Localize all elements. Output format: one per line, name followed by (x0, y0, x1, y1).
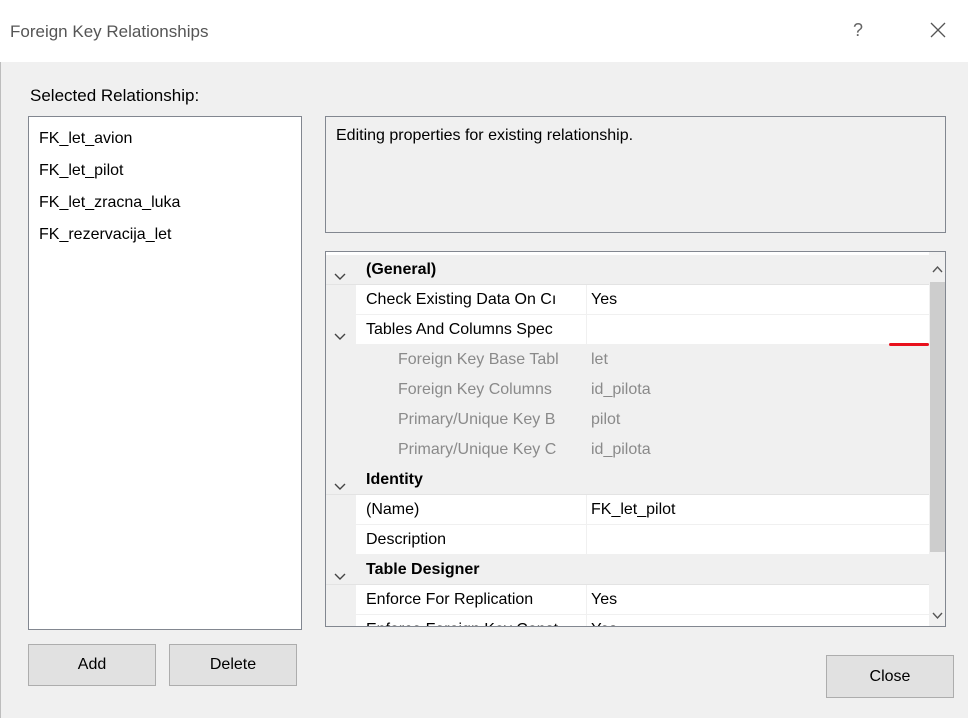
property-value: let (591, 351, 608, 368)
property-name: Enforce Foreign Key Const (366, 615, 586, 626)
close-button[interactable]: Close (826, 655, 954, 698)
category-table-designer[interactable]: Table Designer (326, 555, 929, 585)
window-title: Foreign Key Relationships (10, 22, 209, 41)
property-name: Tables And Columns Spec (366, 321, 553, 338)
selected-relationship-label: Selected Relationship: (30, 86, 200, 105)
chevron-down-icon[interactable] (334, 264, 346, 280)
property-row[interactable]: Primary/Unique Key C id_pilota (326, 435, 929, 465)
category-label: Table Designer (366, 561, 480, 578)
relationship-item[interactable]: FK_let_pilot (29, 155, 301, 187)
property-value[interactable]: Yes (591, 615, 617, 626)
property-name: Foreign Key Columns (398, 381, 552, 398)
property-row[interactable]: (Name) FK_let_pilot (326, 495, 929, 525)
add-button[interactable]: Add (28, 644, 156, 686)
description-text: Editing properties for existing relation… (336, 127, 634, 144)
property-rows: (General) Check Existing Data On Cı Yes … (326, 255, 929, 626)
property-row[interactable]: Check Existing Data On Cı Yes (326, 285, 929, 315)
title-bar: Foreign Key Relationships ? (0, 0, 968, 62)
property-row[interactable]: Foreign Key Columns id_pilota (326, 375, 929, 405)
relationship-item[interactable]: FK_let_avion (29, 123, 301, 155)
scrollbar-thumb[interactable] (930, 282, 945, 552)
scroll-up-icon[interactable] (932, 260, 943, 273)
property-value[interactable]: FK_let_pilot (591, 495, 676, 525)
delete-button[interactable]: Delete (169, 644, 297, 686)
property-name: Check Existing Data On Cı (366, 291, 557, 308)
property-value: pilot (591, 411, 621, 428)
help-button[interactable]: ? (846, 18, 870, 42)
chevron-down-icon[interactable] (334, 474, 346, 490)
property-value[interactable]: Yes (591, 585, 617, 615)
category-identity[interactable]: Identity (326, 465, 929, 495)
property-value: id_pilota (591, 441, 651, 458)
category-label: (General) (366, 261, 437, 278)
property-row[interactable]: Enforce Foreign Key Const Yes (326, 615, 929, 626)
property-row[interactable]: Enforce For Replication Yes (326, 585, 929, 615)
property-row[interactable]: Foreign Key Base Tabl let (326, 345, 929, 375)
property-name: Foreign Key Base Tabl (398, 351, 559, 368)
property-grid[interactable]: (General) Check Existing Data On Cı Yes … (325, 251, 946, 627)
property-name: Enforce For Replication (366, 591, 534, 608)
property-value[interactable]: Yes (591, 285, 617, 315)
scroll-down-icon[interactable] (932, 607, 943, 620)
annotation-mark (889, 343, 929, 346)
property-name: Primary/Unique Key B (398, 411, 556, 428)
property-name: (Name) (366, 501, 420, 518)
property-value: id_pilota (591, 381, 651, 398)
close-icon[interactable] (926, 18, 950, 42)
window-border (0, 62, 1, 718)
chevron-down-icon[interactable] (334, 324, 346, 340)
category-label: Identity (366, 471, 423, 488)
relationship-item[interactable]: FK_let_zracna_luka (29, 187, 301, 219)
property-row[interactable]: Primary/Unique Key B pilot (326, 405, 929, 435)
property-row[interactable]: Description (326, 525, 929, 555)
property-name: Description (366, 531, 447, 548)
property-row-expandable[interactable]: Tables And Columns Spec (326, 315, 929, 345)
chevron-down-icon[interactable] (334, 564, 346, 580)
description-box: Editing properties for existing relation… (325, 116, 946, 233)
category-general[interactable]: (General) (326, 255, 929, 285)
property-name: Primary/Unique Key C (398, 441, 557, 458)
relationship-item[interactable]: FK_rezervacija_let (29, 219, 301, 251)
vertical-scrollbar[interactable] (929, 252, 945, 626)
relationship-list[interactable]: FK_let_avion FK_let_pilot FK_let_zracna_… (28, 116, 302, 630)
